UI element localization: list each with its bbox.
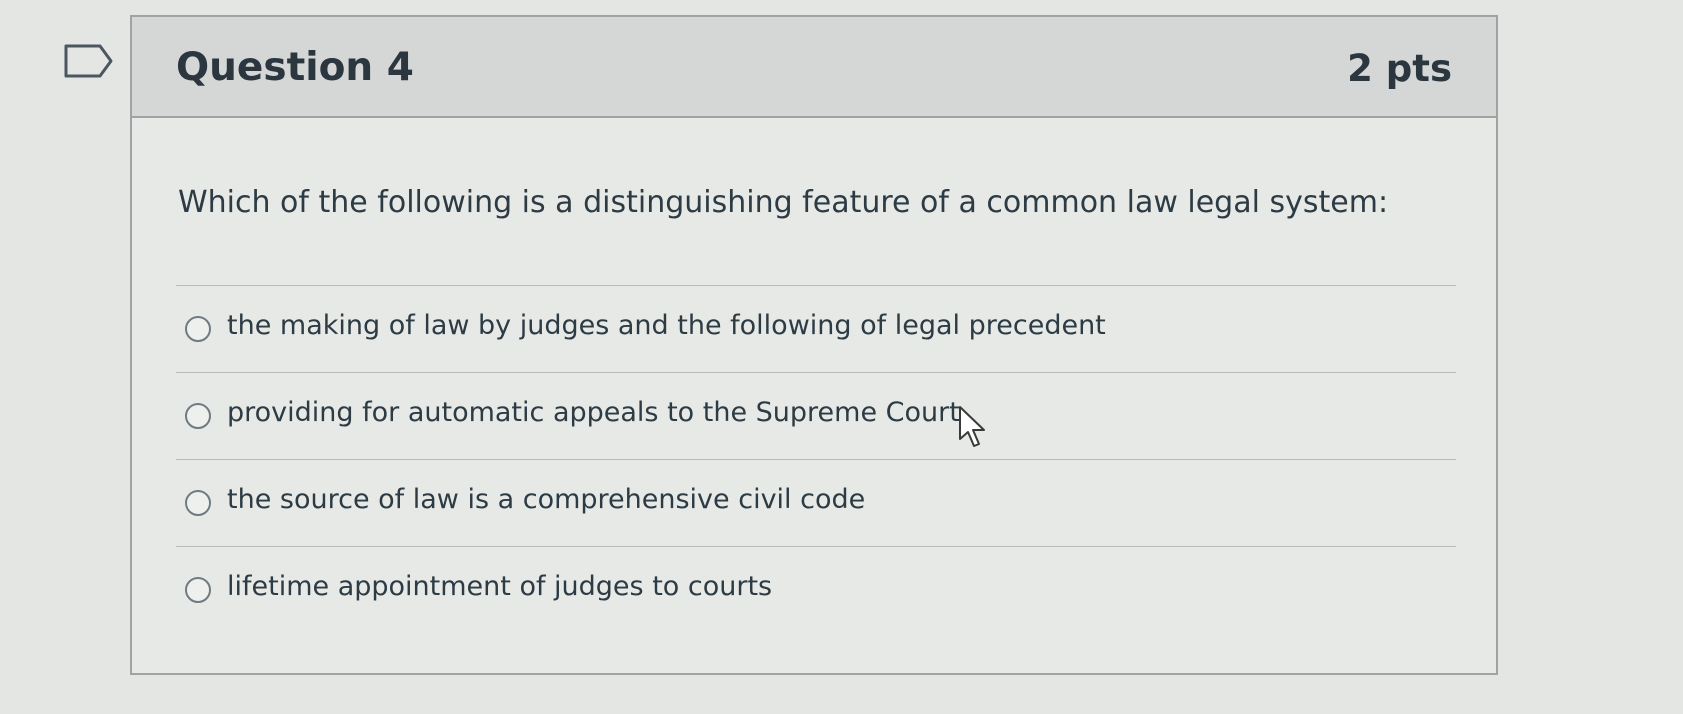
question-card: Question 4 2 pts Which of the following …	[130, 15, 1498, 675]
answer-option-1[interactable]: the making of law by judges and the foll…	[176, 285, 1456, 372]
flag-question-icon[interactable]	[64, 44, 114, 78]
question-header: Question 4 2 pts	[132, 17, 1496, 118]
radio-button[interactable]	[185, 316, 211, 342]
answer-label[interactable]: providing for automatic appeals to the S…	[227, 397, 960, 428]
radio-button[interactable]	[185, 403, 211, 429]
radio-button[interactable]	[185, 490, 211, 516]
answer-list: the making of law by judges and the foll…	[176, 285, 1456, 633]
question-title: Question 4	[176, 45, 414, 90]
question-points: 2 pts	[1347, 47, 1452, 90]
answer-option-4[interactable]: lifetime appointment of judges to courts	[176, 546, 1456, 633]
radio-button[interactable]	[185, 577, 211, 603]
answer-option-2[interactable]: providing for automatic appeals to the S…	[176, 372, 1456, 459]
answer-option-3[interactable]: the source of law is a comprehensive civ…	[176, 459, 1456, 546]
answer-label[interactable]: lifetime appointment of judges to courts	[227, 571, 772, 602]
question-text: Which of the following is a distinguishi…	[178, 185, 1389, 220]
answer-label[interactable]: the making of law by judges and the foll…	[227, 310, 1106, 341]
answer-label[interactable]: the source of law is a comprehensive civ…	[227, 484, 865, 515]
